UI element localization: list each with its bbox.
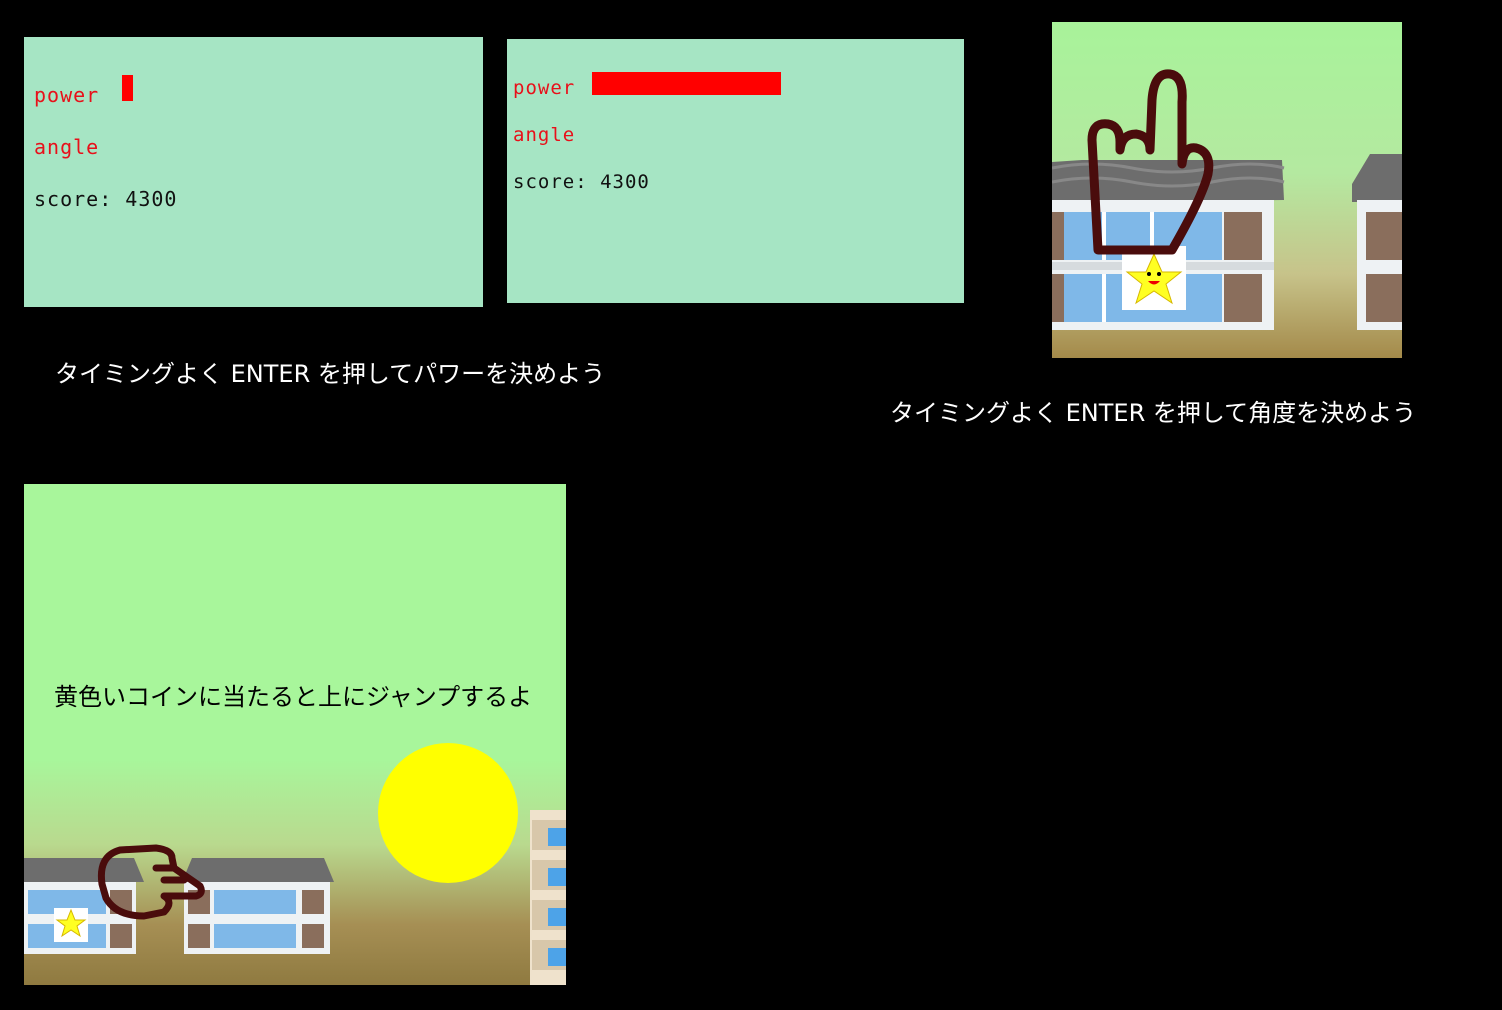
house-scene-svg — [1052, 69, 1402, 330]
hud-panel-power-full: power angle score: 4300 — [507, 39, 964, 303]
coin-scene-svg — [24, 743, 566, 985]
star-character-icon — [1122, 246, 1186, 310]
coin-icon — [378, 743, 518, 883]
house-icon — [1352, 154, 1402, 330]
house-icon — [182, 858, 334, 954]
angle-timing-caption: タイミングよく ENTER を押して角度を決めよう — [890, 399, 1417, 427]
building-icon — [530, 810, 566, 985]
power-label: power — [34, 83, 100, 107]
coin-scene: 黄色いコインに当たると上にジャンプするよ — [24, 484, 566, 985]
score-text: score: 4300 — [513, 171, 650, 193]
power-timing-caption: タイミングよく ENTER を押してパワーを決めよう — [55, 360, 606, 388]
angle-label: angle — [34, 135, 100, 159]
power-bar — [592, 72, 781, 95]
hud-panel-power-low: power angle score: 4300 — [24, 37, 483, 307]
angle-label: angle — [513, 124, 576, 146]
power-bar — [122, 75, 133, 101]
power-label: power — [513, 77, 576, 99]
score-text: score: 4300 — [34, 187, 178, 211]
star-character-icon — [54, 908, 88, 942]
angle-scene — [1052, 22, 1402, 358]
